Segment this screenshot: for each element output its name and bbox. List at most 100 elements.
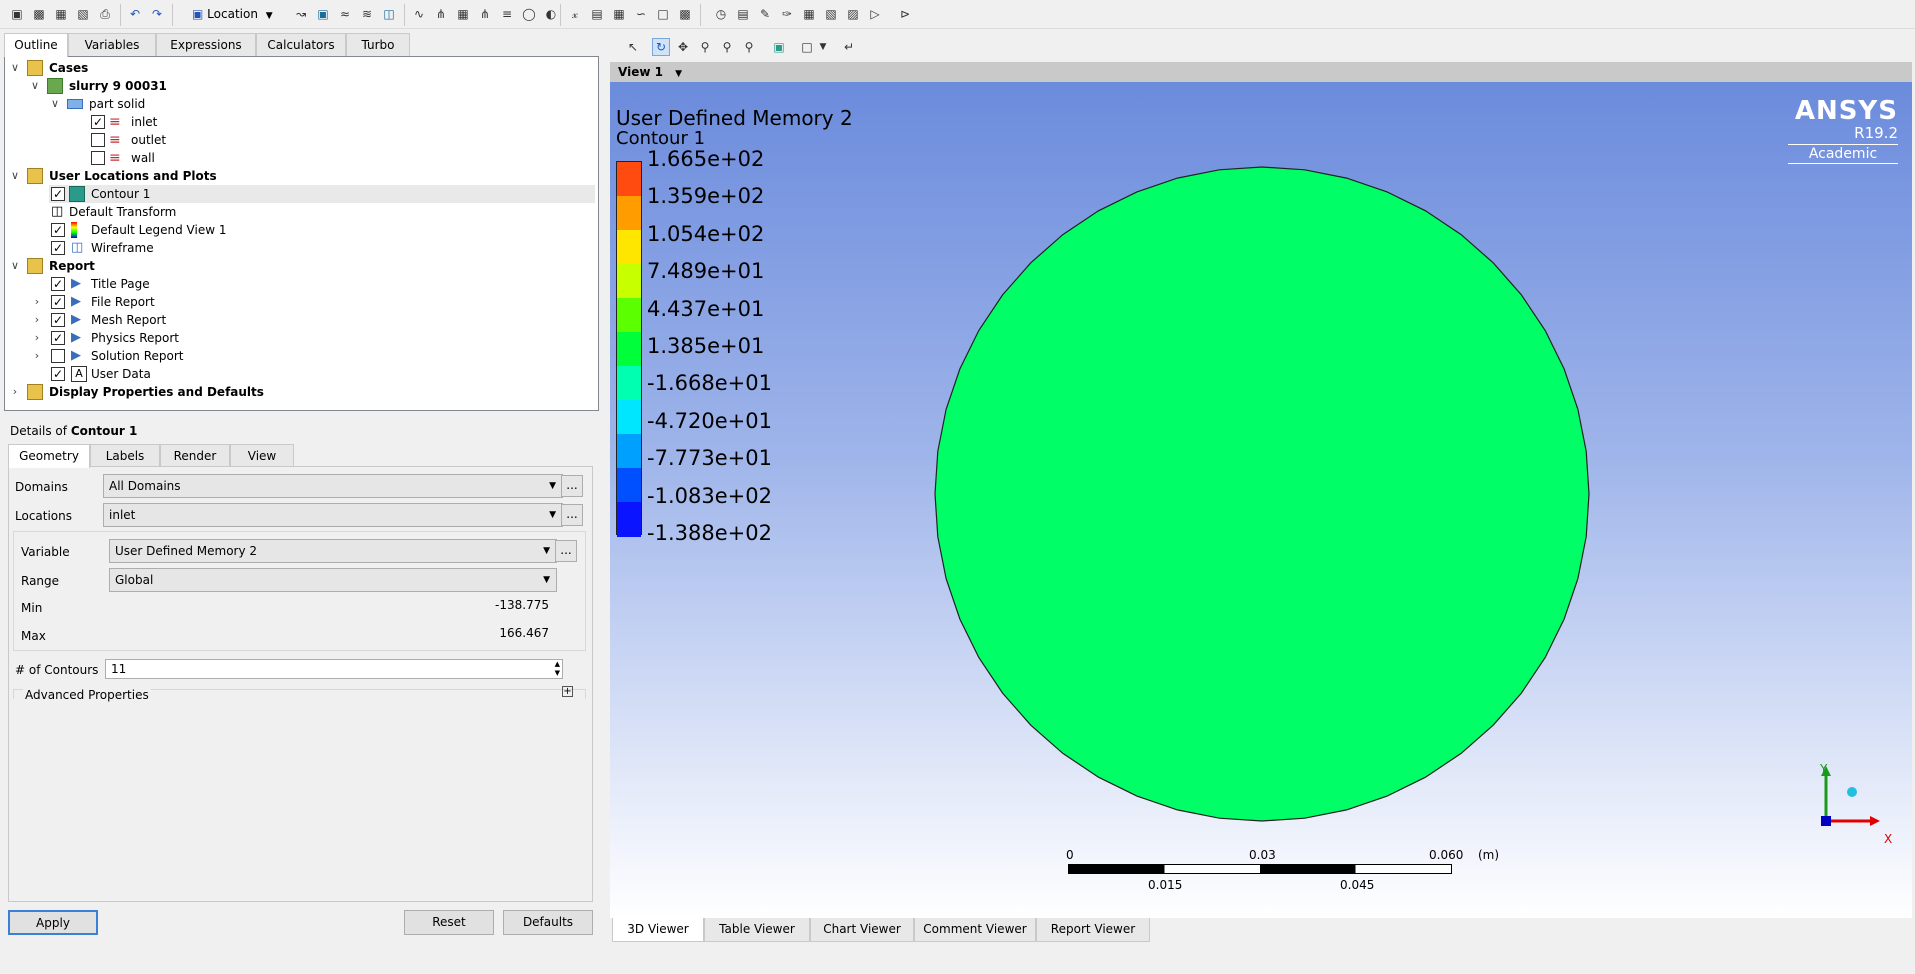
zoom-fit-icon[interactable]: ⚲	[740, 38, 758, 56]
tree-item-report[interactable]: ∨ Report	[5, 257, 595, 275]
domains-browse-button[interactable]: ...	[561, 475, 583, 497]
expand-icon[interactable]: +	[562, 686, 573, 697]
tab-view[interactable]: View	[230, 444, 294, 467]
chevron-down-icon[interactable]: ▼	[814, 38, 832, 56]
tree-item-case[interactable]: ∨ slurry 9 00031	[5, 77, 595, 95]
chart-icon[interactable]: ∽	[632, 5, 650, 23]
tab-report-viewer[interactable]: Report Viewer	[1036, 918, 1150, 942]
command-line-icon[interactable]: ⊳	[896, 5, 914, 23]
vector-icon[interactable]: ↝	[292, 5, 310, 23]
tree-item-file-report[interactable]: › ✓ ▶ File Report	[5, 293, 595, 311]
checkbox-wall[interactable]	[91, 151, 105, 165]
checkbox-solution-report[interactable]	[51, 349, 65, 363]
tab-comment-viewer[interactable]: Comment Viewer	[914, 918, 1036, 942]
macro-calculator-icon[interactable]: ▧	[822, 5, 840, 23]
3d-viewport[interactable]: User Defined Memory 2 Contour 1 1.665e+0…	[610, 82, 1912, 918]
chevron-right-icon[interactable]: ›	[31, 293, 43, 311]
tree-item-solution-report[interactable]: › ▶ Solution Report	[5, 347, 595, 365]
tab-geometry[interactable]: Geometry	[8, 444, 90, 468]
expression-icon[interactable]: ▤	[588, 5, 606, 23]
command-editor-icon[interactable]: ▷	[866, 5, 884, 23]
domains-select[interactable]: All Domains ▼	[103, 474, 563, 498]
apply-button[interactable]: Apply	[8, 910, 98, 935]
view-header[interactable]: View 1 ▼	[610, 62, 1912, 82]
chevron-down-icon[interactable]: ∨	[49, 95, 61, 113]
tab-chart-viewer[interactable]: Chart Viewer	[810, 918, 914, 942]
reset-button[interactable]: Reset	[404, 910, 494, 935]
chevron-down-icon[interactable]: ∨	[9, 257, 21, 275]
chevron-right-icon[interactable]: ›	[31, 329, 43, 347]
checkbox-file-report[interactable]: ✓	[51, 295, 65, 309]
select-icon[interactable]: ↖	[624, 38, 642, 56]
variable-icon[interactable]: 𝓍	[566, 5, 584, 23]
polyline-icon[interactable]: ∿	[410, 5, 428, 23]
undo-icon[interactable]: ↶	[126, 5, 144, 23]
tree-item-physics-report[interactable]: › ✓ ▶ Physics Report	[5, 329, 595, 347]
zoom-icon[interactable]: ⚲	[696, 38, 714, 56]
checkbox-mesh-report[interactable]: ✓	[51, 313, 65, 327]
tree-item-display-properties[interactable]: › Display Properties and Defaults	[5, 383, 595, 401]
tab-variables[interactable]: Variables	[68, 33, 156, 56]
tree-item-cases[interactable]: ∨ Cases	[5, 59, 595, 77]
tab-turbo[interactable]: Turbo	[346, 33, 410, 56]
tree-item-wireframe[interactable]: ✓ ◫ Wireframe	[5, 239, 595, 257]
variable-select[interactable]: User Defined Memory 2 ▼	[109, 539, 557, 563]
tab-outline[interactable]: Outline	[4, 33, 68, 57]
timestep-icon[interactable]: ◷	[712, 5, 730, 23]
zoom-box-icon[interactable]: ⚲	[718, 38, 736, 56]
locations-browse-button[interactable]: ...	[561, 504, 583, 526]
checkbox-title-page[interactable]: ✓	[51, 277, 65, 291]
chevron-right-icon[interactable]: ›	[31, 311, 43, 329]
chevron-down-icon[interactable]: ∨	[29, 77, 41, 95]
tree-item-user-locations[interactable]: ∨ User Locations and Plots	[5, 167, 595, 185]
highlight-icon[interactable]: ↵	[840, 38, 858, 56]
checkbox-physics-report[interactable]: ✓	[51, 331, 65, 345]
tree-item-title-page[interactable]: ✓ ▶ Title Page	[5, 275, 595, 293]
clip-plane-icon[interactable]: ◐	[542, 5, 560, 23]
streamline-icon[interactable]: ≈	[336, 5, 354, 23]
spin-arrows-icon[interactable]: ▲ ▼	[555, 660, 560, 678]
tab-3d-viewer[interactable]: 3D Viewer	[612, 918, 704, 942]
chevron-down-icon[interactable]: ∨	[9, 167, 21, 185]
pan-icon[interactable]: ✥	[674, 38, 692, 56]
animation-icon[interactable]: ▤	[734, 5, 752, 23]
volume-rendering-icon[interactable]: ≋	[358, 5, 376, 23]
locations-select[interactable]: inlet ▼	[103, 503, 563, 527]
defaults-button[interactable]: Defaults	[503, 910, 593, 935]
tab-expressions[interactable]: Expressions	[156, 33, 256, 56]
coordinate-frame-icon[interactable]: ⋔	[476, 5, 494, 23]
redo-icon[interactable]: ↷	[148, 5, 166, 23]
tree-item-default-legend[interactable]: ✓ Default Legend View 1	[5, 221, 595, 239]
text-icon[interactable]: ▦	[454, 5, 472, 23]
tree-item-default-transform[interactable]: ◫ Default Transform	[5, 203, 595, 221]
tab-table-viewer[interactable]: Table Viewer	[704, 918, 810, 942]
instance-transform-icon[interactable]: ◯	[520, 5, 538, 23]
isosurface-icon[interactable]: ◫	[380, 5, 398, 23]
tree-item-user-data[interactable]: ✓ A User Data	[5, 365, 595, 383]
figure-icon[interactable]: ▩	[676, 5, 694, 23]
rotate-icon[interactable]: ↻	[652, 38, 670, 56]
print-icon[interactable]: ⎙	[96, 5, 114, 23]
location-menu-button[interactable]: ▣ Location ▼	[192, 4, 282, 24]
tree-item-inlet[interactable]: ✓ ≡ inlet	[5, 113, 595, 131]
chevron-down-icon[interactable]: ▼	[675, 69, 682, 79]
tree-item-contour-1[interactable]: ✓ Contour 1	[49, 185, 595, 203]
checkbox-wireframe[interactable]: ✓	[51, 241, 65, 255]
quick-edit-icon[interactable]: ✎	[756, 5, 774, 23]
chevron-right-icon[interactable]: ›	[9, 383, 21, 401]
range-select[interactable]: Global ▼	[109, 568, 557, 592]
tab-render[interactable]: Render	[160, 444, 230, 467]
variable-browse-button[interactable]: ...	[555, 540, 577, 562]
table-icon[interactable]: ▦	[610, 5, 628, 23]
chevron-down-icon[interactable]: ∨	[9, 59, 21, 77]
contours-spinbox[interactable]: 11 ▲ ▼	[105, 659, 563, 679]
checkbox-user-data[interactable]: ✓	[51, 367, 65, 381]
tree-item-part[interactable]: ∨ part solid	[5, 95, 595, 113]
tree-item-wall[interactable]: ≡ wall	[5, 149, 595, 167]
checkbox-default-legend[interactable]: ✓	[51, 223, 65, 237]
probe-icon[interactable]: ✑	[778, 5, 796, 23]
checkbox-outlet[interactable]	[91, 133, 105, 147]
chevron-right-icon[interactable]: ›	[31, 347, 43, 365]
checkbox-contour-1[interactable]: ✓	[51, 187, 65, 201]
new-file-icon[interactable]: ▣	[8, 5, 26, 23]
